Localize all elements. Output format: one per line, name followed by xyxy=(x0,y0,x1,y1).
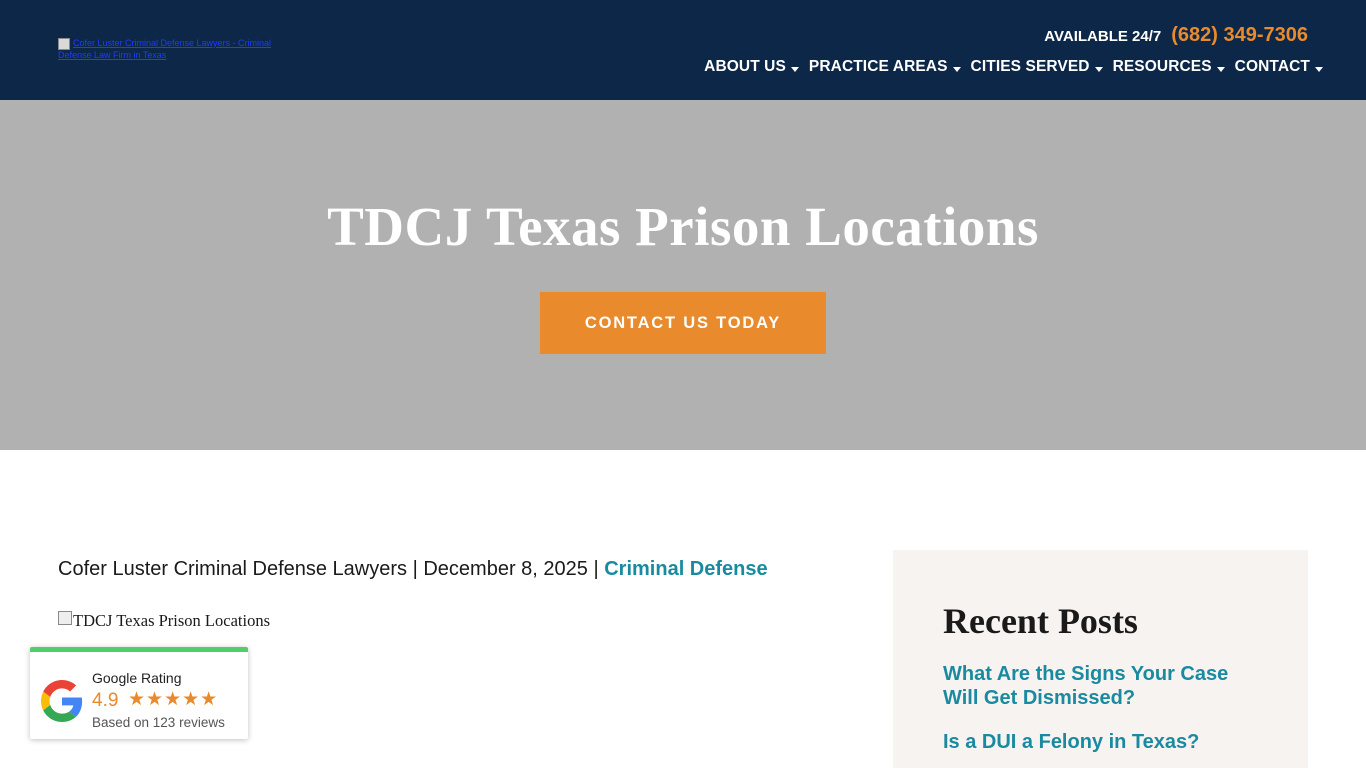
meta-separator: | xyxy=(412,558,418,580)
google-g-icon xyxy=(41,680,83,722)
nav-item-label: CONTACT xyxy=(1234,58,1310,75)
page-title: TDCJ Texas Prison Locations xyxy=(327,196,1039,257)
nav-item-resources[interactable]: RESOURCES xyxy=(1113,58,1225,76)
broken-image-icon xyxy=(58,38,70,50)
image-alt-text: TDCJ Texas Prison Locations xyxy=(73,611,270,630)
nav-item-label: PRACTICE AREAS xyxy=(808,58,948,75)
nav-item-practice-areas[interactable]: PRACTICE AREAS xyxy=(809,58,961,76)
contact-bar: AVAILABLE 24/7 (682) 349-7306 xyxy=(1044,24,1308,47)
caret-down-icon xyxy=(1315,66,1323,72)
nav-item-about-us[interactable]: ABOUT US xyxy=(704,58,799,76)
recent-posts-sidebar: Recent Posts What Are the Signs Your Cas… xyxy=(893,550,1308,768)
nav-item-label: CITIES SERVED xyxy=(970,58,1090,75)
post-featured-image: TDCJ Texas Prison Locations xyxy=(58,611,270,631)
logo-alt-text: Cofer Luster Criminal Defense Lawyers - … xyxy=(58,38,272,60)
post-date: December 8, 2025 xyxy=(423,558,588,580)
caret-down-icon xyxy=(1216,66,1225,72)
nav-item-cities-served[interactable]: CITIES SERVED xyxy=(971,58,1103,76)
nav-item-label: RESOURCES xyxy=(1112,58,1212,75)
sidebar-title: Recent Posts xyxy=(943,601,1138,641)
post-category-link[interactable]: Criminal Defense xyxy=(604,558,767,580)
site-logo[interactable]: Cofer Luster Criminal Defense Lawyers - … xyxy=(58,38,288,64)
star-icon: ★★★★★ xyxy=(128,689,219,710)
google-rating-badge[interactable]: Google Rating 4.9 ★★★★★ Based on 123 rev… xyxy=(30,647,248,739)
review-count: Based on 123 reviews xyxy=(92,715,225,730)
meta-separator: | xyxy=(593,558,599,580)
broken-image-icon xyxy=(58,611,72,625)
caret-down-icon xyxy=(1094,66,1103,72)
rating-title: Google Rating xyxy=(92,670,182,686)
phone-link[interactable]: (682) 349-7306 xyxy=(1171,24,1308,47)
nav-item-label: ABOUT US xyxy=(704,58,786,75)
nav-item-contact[interactable]: CONTACT xyxy=(1235,58,1323,76)
caret-down-icon xyxy=(952,66,961,72)
main-nav: ABOUT US PRACTICE AREAS CITIES SERVED RE… xyxy=(704,58,1323,76)
recent-post-link[interactable]: What Are the Signs Your Case Will Get Di… xyxy=(943,662,1263,710)
post-author: Cofer Luster Criminal Defense Lawyers xyxy=(58,558,408,580)
post-meta: Cofer Luster Criminal Defense Lawyers | … xyxy=(58,558,768,581)
hero-banner: TDCJ Texas Prison Locations CONTACT US T… xyxy=(0,100,1366,450)
contact-us-button[interactable]: CONTACT US TODAY xyxy=(540,292,826,354)
recent-post-link[interactable]: Is a DUI a Felony in Texas? xyxy=(943,730,1263,754)
site-header: Cofer Luster Criminal Defense Lawyers - … xyxy=(0,0,1366,100)
rating-score: 4.9 xyxy=(92,690,119,711)
availability-label: AVAILABLE 24/7 xyxy=(1044,28,1162,45)
caret-down-icon xyxy=(790,66,799,72)
